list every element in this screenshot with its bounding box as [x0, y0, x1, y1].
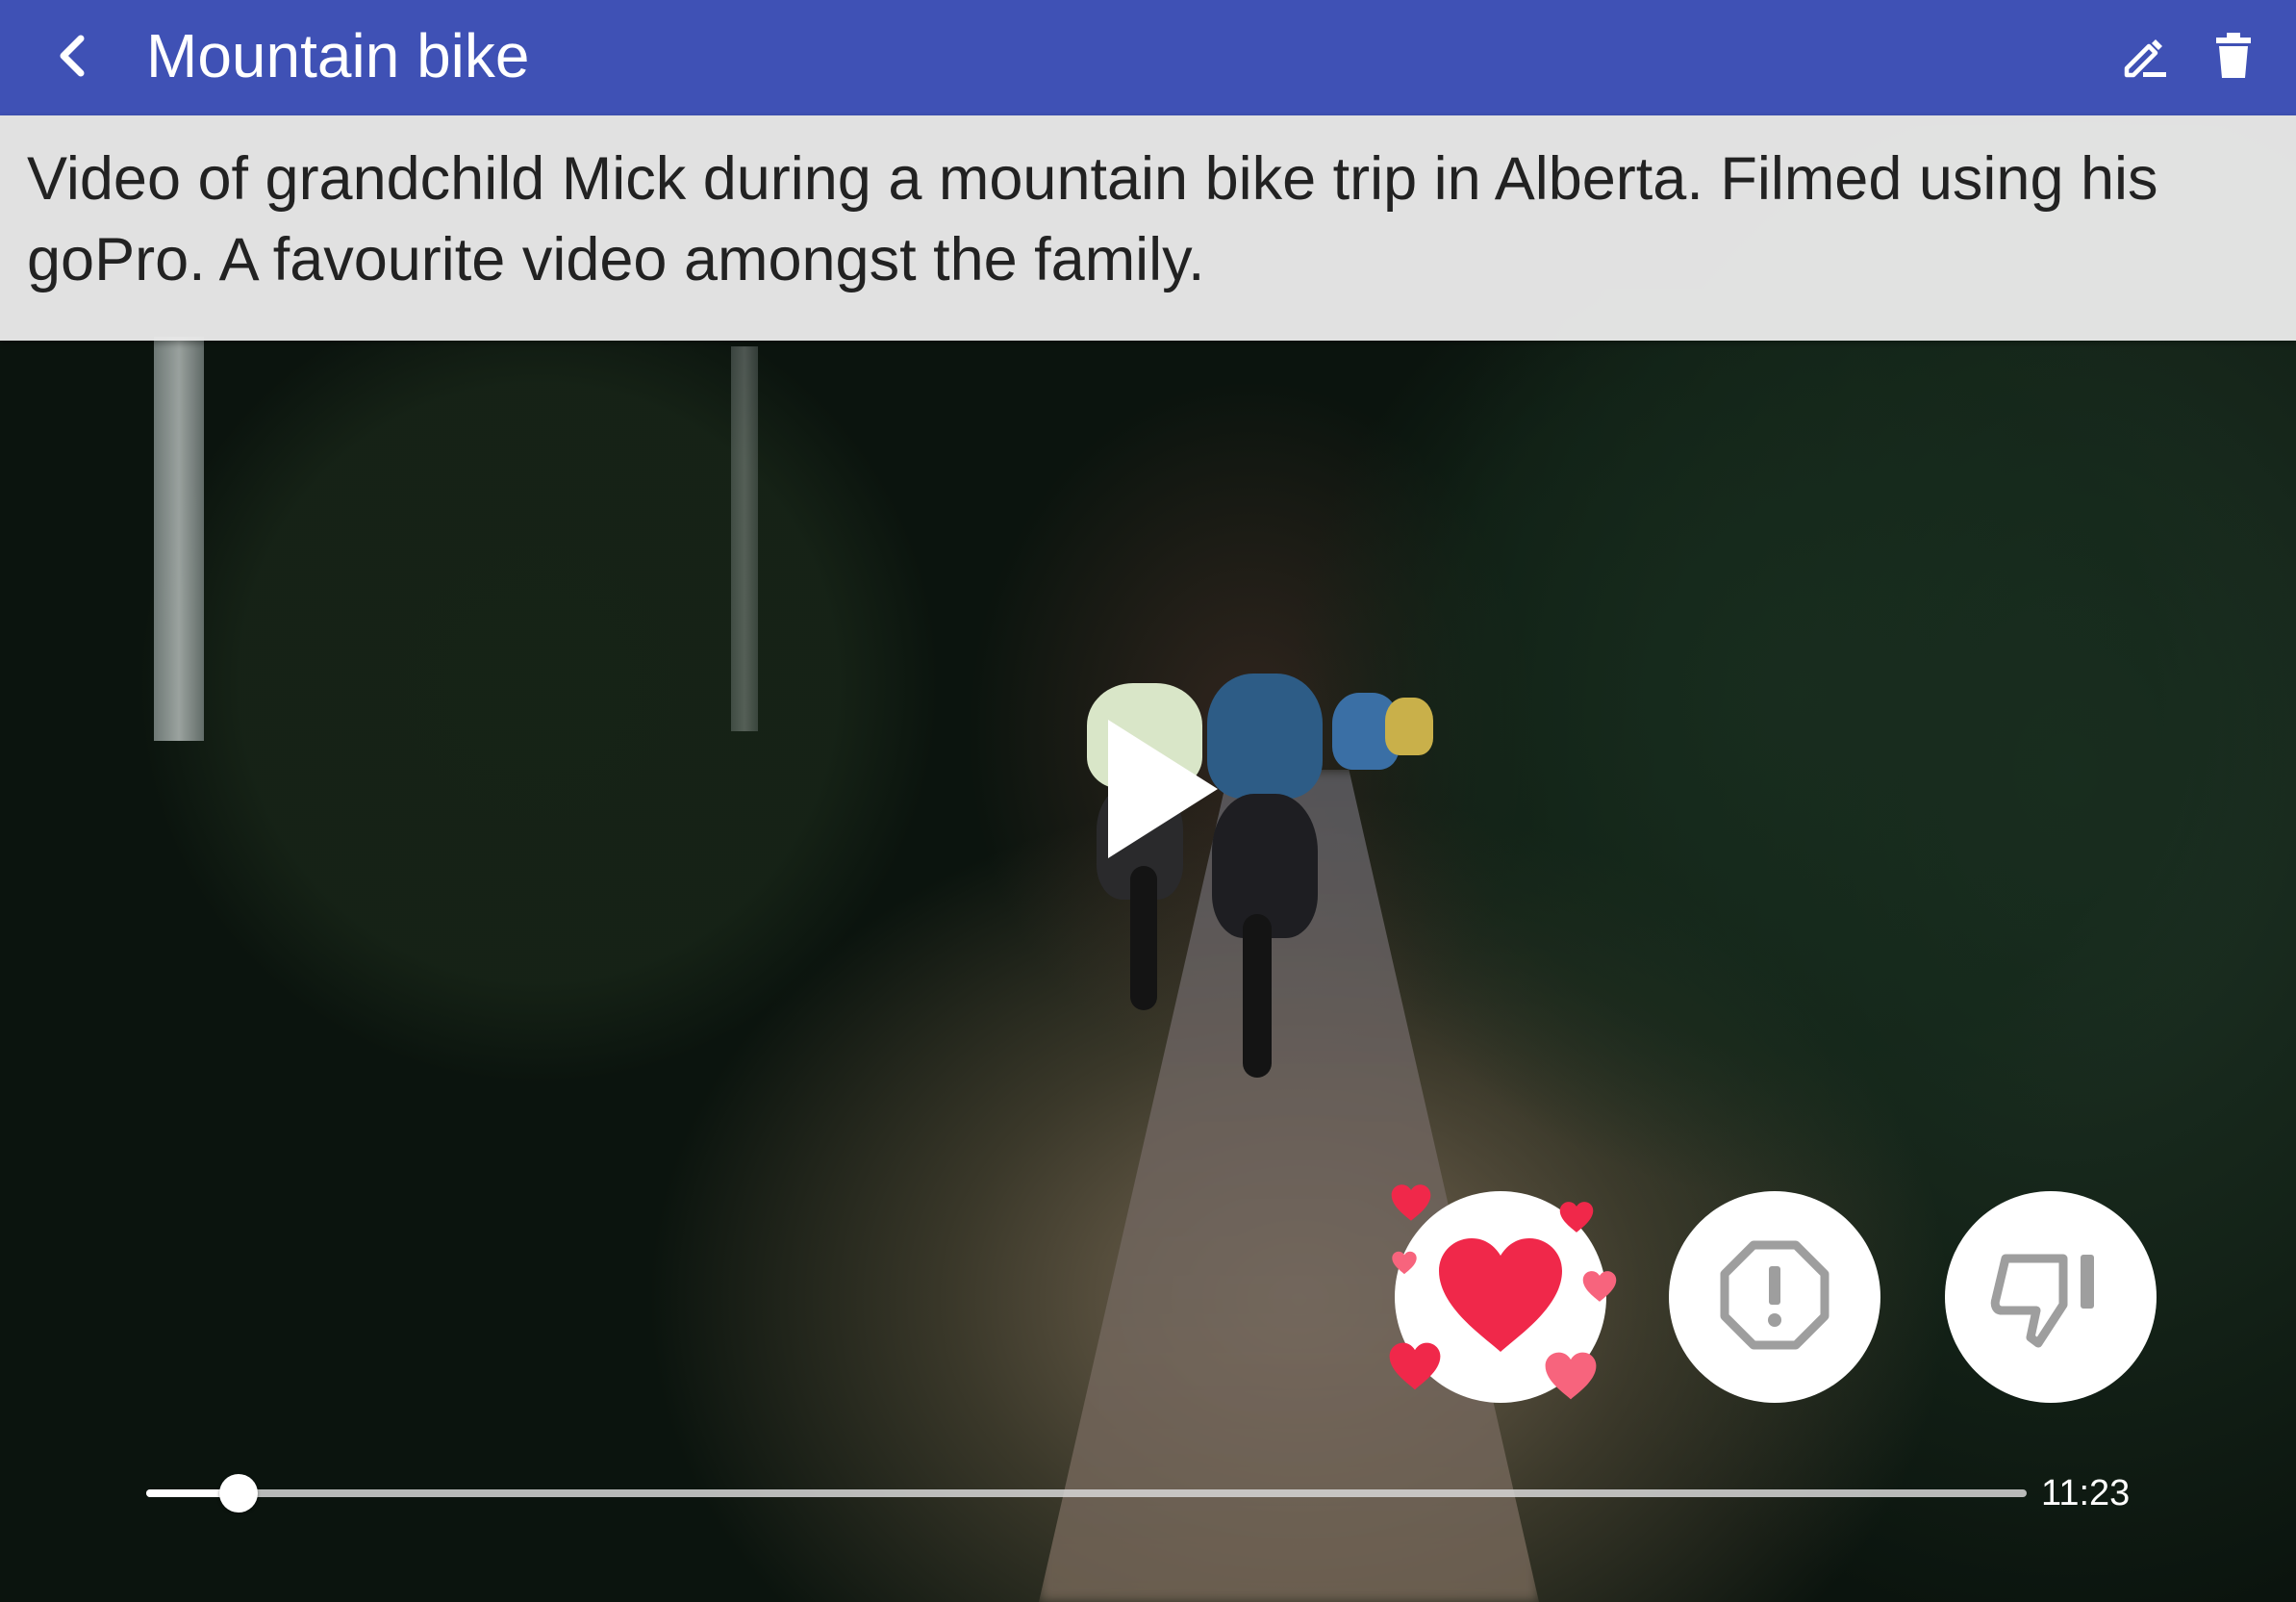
- trash-icon: [2212, 30, 2255, 87]
- bike-wheel: [1243, 914, 1272, 1078]
- heart-icon: [1433, 1234, 1568, 1360]
- floating-heart-icon: [1558, 1201, 1595, 1238]
- thumb-down-icon: [1988, 1237, 2113, 1358]
- floating-heart-icon: [1389, 1183, 1433, 1227]
- description-panel: Video of grandchild Mick during a mounta…: [0, 115, 2296, 341]
- alert-octagon-icon: [1717, 1237, 1832, 1358]
- floating-heart-icon: [1543, 1351, 1599, 1406]
- back-button[interactable]: [38, 23, 108, 92]
- report-button[interactable]: [1669, 1191, 1880, 1403]
- rider: [1385, 698, 1433, 755]
- play-button[interactable]: [1087, 712, 1231, 866]
- bike-wheel: [1130, 866, 1157, 1010]
- seek-bar[interactable]: [146, 1474, 2027, 1513]
- duration-label: 11:23: [2041, 1473, 2131, 1513]
- delete-button[interactable]: [2203, 27, 2264, 89]
- tree-trunk: [154, 337, 204, 741]
- floating-heart-icon: [1581, 1270, 1618, 1308]
- chevron-left-icon: [54, 33, 92, 84]
- seek-bar-thumb[interactable]: [218, 1474, 258, 1513]
- tree-trunk: [731, 346, 758, 731]
- floating-heart-icon: [1387, 1341, 1443, 1396]
- edit-button[interactable]: [2114, 27, 2176, 89]
- page-title: Mountain bike: [146, 21, 530, 90]
- app-bar: Mountain bike: [0, 0, 2296, 115]
- description-text: Video of grandchild Mick during a mounta…: [27, 145, 2158, 293]
- dislike-button[interactable]: [1945, 1191, 2157, 1403]
- edit-pencil-icon: [2119, 30, 2171, 87]
- play-icon: [1087, 720, 1231, 870]
- floating-heart-icon: [1391, 1251, 1418, 1280]
